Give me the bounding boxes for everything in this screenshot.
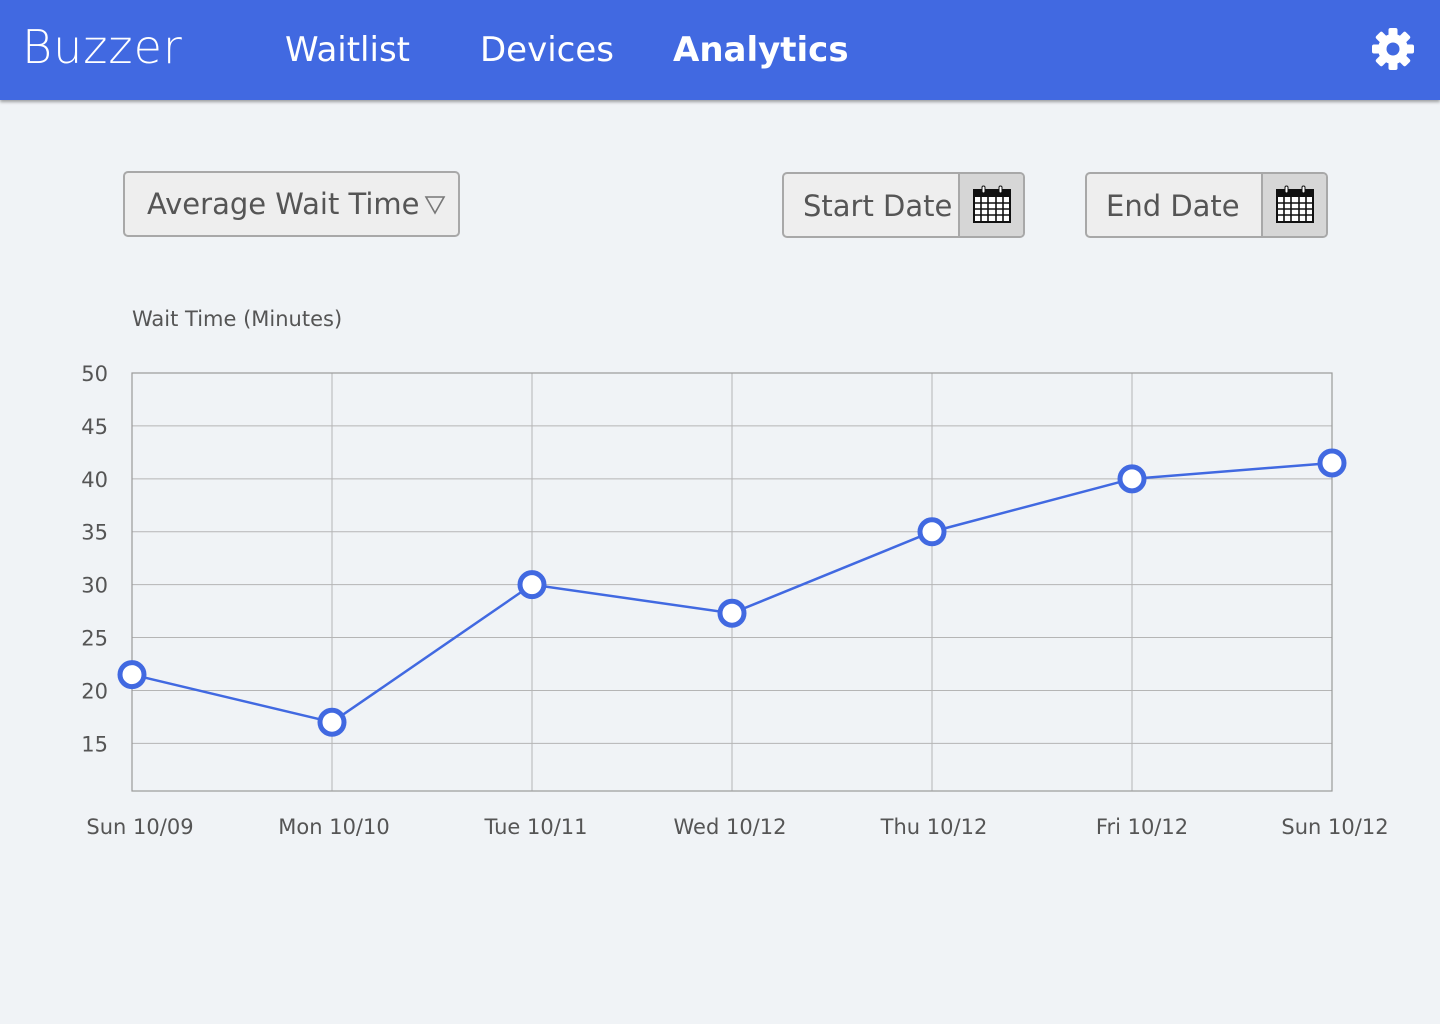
start-date-calendar-button[interactable] [958,174,1023,236]
settings-button[interactable] [1368,24,1418,74]
x-tick-label: Fri 10/12 [1096,815,1188,839]
start-date-label: Start Date [803,189,953,223]
data-point [517,570,547,600]
end-date-picker[interactable]: End Date [1085,172,1328,238]
x-tick-label: Thu 10/12 [880,815,988,839]
end-date-calendar-button[interactable] [1261,174,1326,236]
data-point [1117,464,1147,494]
y-tick-label: 25 [81,627,108,651]
data-point [117,660,147,690]
y-axis-label: Wait Time (Minutes) [132,307,342,331]
data-point [717,598,747,628]
tab-analytics[interactable]: Analytics [673,30,849,70]
x-tick-label: Tue 10/11 [483,815,587,839]
data-point [917,517,947,547]
triangle-down-icon [424,196,446,215]
tab-waitlist[interactable]: Waitlist [285,30,410,70]
gear-icon [1372,28,1414,70]
tab-devices[interactable]: Devices [480,30,614,70]
y-tick-label: 20 [81,679,108,703]
calendar-icon [973,185,1011,223]
y-tick-label: 15 [81,732,108,756]
metric-select[interactable]: Average Wait Time [123,171,460,237]
end-date-label: End Date [1106,189,1240,223]
start-date-picker[interactable]: Start Date [782,172,1025,238]
data-point [317,707,347,737]
x-tick-label: Mon 10/10 [278,815,389,839]
y-tick-label: 45 [81,415,108,439]
y-tick-label: 35 [81,521,108,545]
top-nav-bar: Buzzer Waitlist Devices Analytics [0,0,1440,100]
x-tick-label: Sun 10/12 [1281,815,1388,839]
data-point [1317,448,1347,478]
x-tick-label: Wed 10/12 [674,815,787,839]
app-title: Buzzer [22,20,183,74]
y-tick-label: 50 [81,362,108,386]
y-tick-label: 30 [81,574,108,598]
wait-time-line-chart: Wait Time (Minutes) 15 20 25 30 35 40 45 50 Sun 1… [81,307,1388,839]
calendar-icon [1276,185,1314,223]
x-tick-label: Sun 10/09 [86,815,193,839]
y-tick-label: 40 [81,468,108,492]
metric-select-value: Average Wait Time [147,187,420,221]
